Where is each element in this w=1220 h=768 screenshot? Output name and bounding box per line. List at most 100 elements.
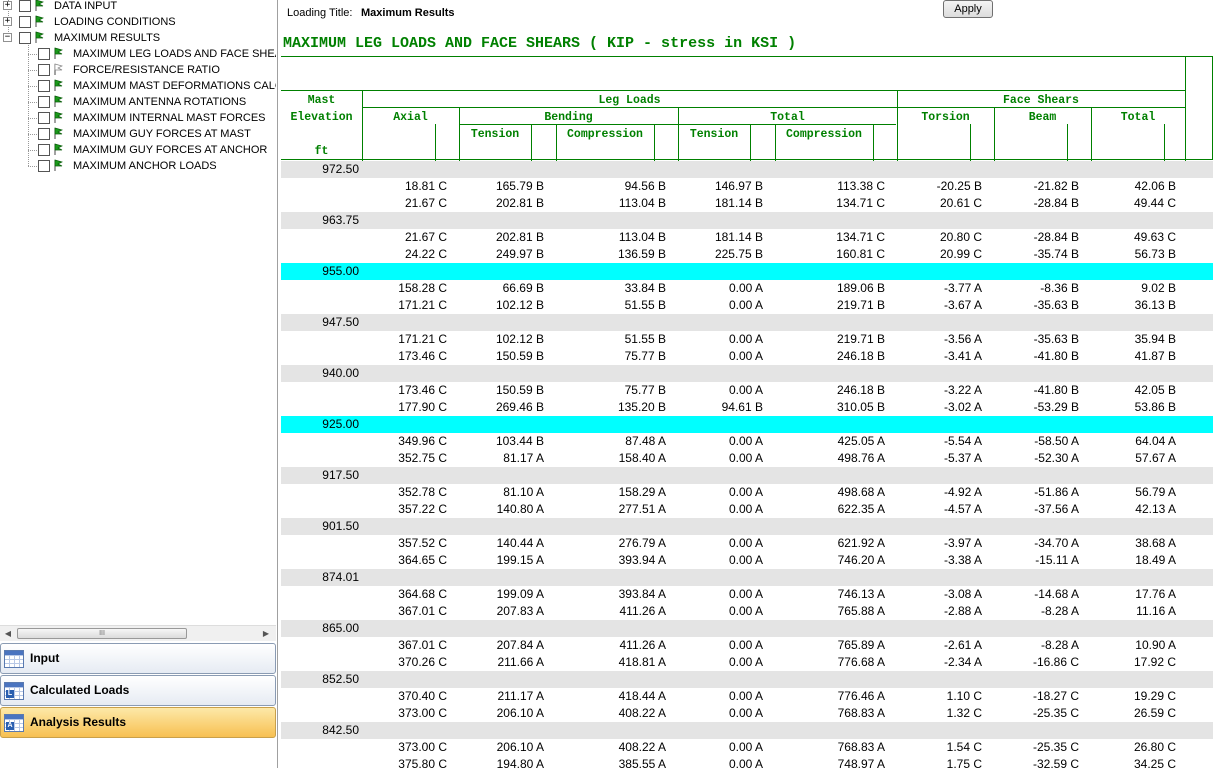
table-cell: -14.68 A: [1034, 587, 1079, 601]
tree-checkbox[interactable]: [19, 16, 31, 28]
table-cell: 364.65 C: [398, 553, 447, 567]
table-cell: 621.92 A: [837, 536, 885, 550]
tree-checkbox[interactable]: [38, 128, 50, 140]
table-cell: 0.00 A: [728, 706, 763, 720]
table-cell: -37.56 A: [1034, 502, 1079, 516]
elevation-row: 865.00: [281, 620, 1213, 637]
report-title: MAXIMUM LEG LOADS AND FACE SHEARS ( KIP …: [283, 35, 797, 52]
table-row: 352.78 C 81.10 A 158.29 A 0.00 A 498.68 A -4.…: [281, 484, 1213, 501]
col-ft: ft: [314, 145, 329, 158]
table-cell: 0.00 A: [728, 740, 763, 754]
table-cell: -51.86 A: [1034, 485, 1079, 499]
table-cell: 225.75 B: [714, 247, 763, 261]
table-cell: 0.00 A: [728, 757, 763, 768]
tree-item-maximum-results[interactable]: − MAXIMUM RESULTS: [0, 30, 276, 46]
table-cell: 20.80 C: [939, 230, 982, 244]
table-cell: 113.38 C: [837, 179, 885, 193]
tree-item-maximum-internal-mast-forces[interactable]: MAXIMUM INTERNAL MAST FORCES: [0, 110, 276, 126]
col-total-compression: Compression: [786, 128, 862, 141]
table-row: 177.90 C 269.46 B 135.20 B 94.61 B 310.05 B -…: [281, 399, 1213, 416]
tree-item-maximum-guy-forces-at-mast[interactable]: MAXIMUM GUY FORCES AT MAST: [0, 126, 276, 142]
table-cell: 364.68 C: [398, 587, 447, 601]
table-cell: 411.26 A: [619, 638, 667, 652]
table-cell: 10.90 A: [1135, 638, 1176, 652]
table-cell: 17.92 C: [1133, 655, 1176, 669]
table-cell: 158.29 A: [618, 485, 666, 499]
table-cell: 776.46 A: [837, 689, 885, 703]
table-cell: 0.00 A: [728, 485, 763, 499]
table-cell: 765.88 A: [837, 604, 885, 618]
scroll-left-arrow-icon[interactable]: ◀: [2, 628, 14, 640]
tree-item-maximum-leg-loads-and-face-shear[interactable]: MAXIMUM LEG LOADS AND FACE SHEAR: [0, 46, 276, 62]
col-total: Total: [770, 111, 805, 124]
nav-input-button[interactable]: Input: [0, 643, 276, 674]
tree-checkbox[interactable]: [38, 64, 50, 76]
table-cell: 0.00 A: [728, 604, 763, 618]
table-cell: -58.50 A: [1034, 434, 1079, 448]
nav-analysis-results-button[interactable]: A Analysis Results: [0, 707, 276, 738]
tree-horizontal-scrollbar[interactable]: ◀ III ▶: [0, 625, 276, 641]
table-row: 357.22 C 140.80 A 277.51 A 0.00 A 622.35 A -4…: [281, 501, 1213, 518]
tree-item-label: MAXIMUM LEG LOADS AND FACE SHEAR: [73, 48, 276, 60]
table-cell: 776.68 A: [837, 655, 885, 669]
apply-button[interactable]: Apply: [943, 0, 993, 18]
table-cell: 150.59 B: [495, 383, 544, 397]
tree-checkbox[interactable]: [38, 80, 50, 92]
tree-checkbox[interactable]: [38, 96, 50, 108]
elevation-row: 925.00: [281, 416, 1213, 433]
tree-checkbox[interactable]: [19, 0, 31, 12]
tree-item-maximum-anchor-loads[interactable]: MAXIMUM ANCHOR LOADS: [0, 158, 276, 174]
tree-item-maximum-antenna-rotations[interactable]: MAXIMUM ANTENNA ROTATIONS: [0, 94, 276, 110]
elevation-value: 852.50: [322, 672, 359, 686]
loads-table-icon: L: [4, 682, 24, 700]
tree-item-maximum-guy-forces-at-anchor[interactable]: MAXIMUM GUY FORCES AT ANCHOR: [0, 142, 276, 158]
table-cell: 140.80 A: [496, 502, 544, 516]
elevation-row: 917.50: [281, 467, 1213, 484]
tree-item-maximum-mast-deformations-calcui[interactable]: MAXIMUM MAST DEFORMATIONS CALCUI: [0, 78, 276, 94]
table-cell: 171.21 C: [398, 298, 447, 312]
table-cell: 87.48 A: [625, 434, 666, 448]
scrollbar-thumb[interactable]: III: [17, 628, 187, 639]
table-cell: 26.80 C: [1133, 740, 1176, 754]
table-cell: 103.44 B: [495, 434, 544, 448]
table-cell: 42.05 B: [1134, 383, 1176, 397]
table-cell: 357.52 C: [398, 536, 447, 550]
tree-item-loading-conditions[interactable]: + LOADING CONDITIONS: [0, 14, 276, 30]
table-cell: 1.75 C: [946, 757, 982, 768]
tree-checkbox[interactable]: [19, 32, 31, 44]
expand-icon[interactable]: +: [3, 1, 12, 10]
collapse-icon[interactable]: −: [3, 33, 12, 42]
expand-icon[interactable]: +: [3, 17, 12, 26]
report-vertical-scrollbar[interactable]: [1214, 0, 1220, 768]
tree-checkbox[interactable]: [38, 144, 50, 156]
tree-item-label: MAXIMUM INTERNAL MAST FORCES: [73, 112, 266, 124]
table-cell: 1.54 C: [946, 740, 982, 754]
tree-checkbox[interactable]: [38, 160, 50, 172]
table-cell: 202.81 B: [495, 196, 544, 210]
table-cell: -25.35 C: [1032, 740, 1079, 754]
table-cell: -34.70 A: [1034, 536, 1079, 550]
table-cell: 135.20 B: [617, 400, 666, 414]
scroll-right-arrow-icon[interactable]: ▶: [260, 628, 272, 640]
col-bending-tension: Tension: [470, 128, 520, 141]
table-cell: 33.84 B: [624, 281, 666, 295]
table-cell: 393.94 A: [618, 553, 666, 567]
tree-item-label: MAXIMUM GUY FORCES AT MAST: [73, 128, 251, 140]
table-row: 158.28 C 66.69 B 33.84 B 0.00 A 189.06 B -3.7…: [281, 280, 1213, 297]
elevation-value: 955.00: [322, 264, 359, 278]
tree-item-label: MAXIMUM ANTENNA ROTATIONS: [73, 96, 247, 108]
nav-calculated-loads-button[interactable]: L Calculated Loads: [0, 675, 276, 706]
tree-checkbox[interactable]: [38, 48, 50, 60]
green-flag-icon: [53, 159, 63, 171]
tree-checkbox[interactable]: [38, 112, 50, 124]
table-cell: 160.81 C: [836, 247, 885, 261]
table-cell: 352.78 C: [398, 485, 447, 499]
table-cell: -28.84 B: [1033, 230, 1079, 244]
table-cell: 189.06 B: [836, 281, 885, 295]
tree-item-data-input[interactable]: + DATA INPUT: [0, 0, 276, 14]
table-cell: 0.00 A: [728, 281, 763, 295]
table-cell: 367.01 C: [398, 604, 447, 618]
table-cell: 211.17 A: [497, 689, 545, 703]
tree-item-force-resistance-ratio[interactable]: FORCE/RESISTANCE RATIO: [0, 62, 276, 78]
table-cell: 18.49 A: [1135, 553, 1176, 567]
